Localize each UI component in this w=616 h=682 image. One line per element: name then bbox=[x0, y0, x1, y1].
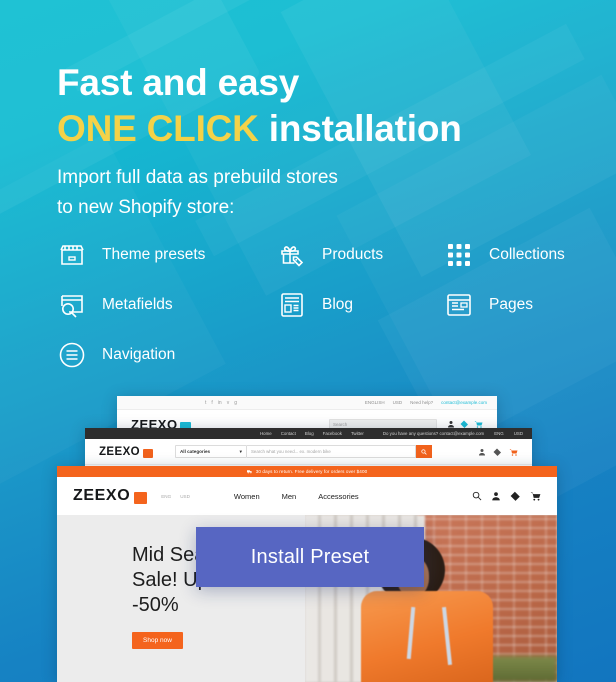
feature-theme-presets: Theme presets bbox=[56, 239, 276, 271]
page-title: Fast and easy ONE CLICK installation bbox=[57, 60, 577, 152]
install-preset-button[interactable]: Install Preset bbox=[196, 527, 424, 587]
search-input[interactable]: Search what you need... ex. modern bike bbox=[246, 445, 416, 458]
user-icon[interactable] bbox=[478, 448, 486, 456]
search-icon bbox=[421, 448, 427, 455]
subtitle-line-1: Import full data as prebuild stores bbox=[57, 167, 338, 188]
promo-bar: 30 days to return. Free delivery for ord… bbox=[57, 466, 557, 477]
feature-label: Collections bbox=[489, 246, 565, 263]
language-select[interactable]: ENG bbox=[494, 431, 504, 436]
feature-collections: Collections bbox=[443, 239, 565, 271]
menu-circle-icon bbox=[56, 339, 88, 371]
feature-label: Metafields bbox=[102, 296, 173, 313]
cart-icon[interactable] bbox=[474, 420, 483, 428]
nav-item-women[interactable]: Women bbox=[234, 492, 260, 501]
shopping-bag-icon bbox=[134, 492, 148, 504]
currency-select[interactable]: USD bbox=[393, 400, 403, 405]
hero-line-3: -50% bbox=[132, 594, 179, 616]
compare-icon[interactable] bbox=[460, 420, 469, 428]
feature-label: Theme presets bbox=[102, 246, 206, 263]
help-label: Need help? bbox=[410, 400, 434, 405]
truck-icon bbox=[246, 470, 252, 474]
user-icon[interactable] bbox=[491, 491, 501, 501]
feature-pages: Pages bbox=[443, 289, 533, 321]
mockup-front-header: ZEEXO ENG USD Women Men Accessories bbox=[57, 477, 557, 515]
headline-line-2-rest: installation bbox=[258, 108, 462, 149]
feature-label: Navigation bbox=[102, 346, 176, 363]
header-icons bbox=[447, 420, 483, 428]
feature-label: Pages bbox=[489, 296, 533, 313]
window-search-icon bbox=[56, 289, 88, 321]
feature-label: Blog bbox=[322, 296, 354, 313]
language-select[interactable]: ENGLISH bbox=[365, 400, 385, 405]
feature-row-1: Theme presets Products Collections bbox=[56, 236, 596, 274]
headline-accent: ONE CLICK bbox=[57, 108, 259, 149]
mockup-mid-header: ZEEXO All categories ▾ Search what you n… bbox=[85, 439, 532, 464]
feature-row-3: Navigation bbox=[56, 336, 596, 374]
header-icons bbox=[472, 491, 541, 501]
locale-selectors: ENG USD bbox=[161, 494, 190, 499]
user-icon[interactable] bbox=[447, 420, 455, 428]
headline-line-2: ONE CLICK installation bbox=[57, 106, 577, 152]
chevron-down-icon: ▾ bbox=[239, 448, 242, 454]
shopping-bag-icon bbox=[142, 449, 153, 458]
nav-item-accessories[interactable]: Accessories bbox=[318, 492, 358, 501]
promo-bar-text: 30 days to return. Free delivery for ord… bbox=[255, 469, 368, 474]
main-nav: Women Men Accessories bbox=[234, 492, 359, 501]
storefront-icon bbox=[56, 239, 88, 271]
shop-now-button[interactable]: Shop now bbox=[132, 632, 183, 649]
subtitle: Import full data as prebuild stores to n… bbox=[57, 163, 487, 223]
search-icon[interactable] bbox=[472, 491, 482, 501]
feature-blog: Blog bbox=[276, 289, 443, 321]
topnav-item[interactable]: Blog bbox=[305, 431, 314, 436]
logo[interactable]: ZEEXO bbox=[73, 487, 130, 505]
header-icons bbox=[478, 448, 518, 456]
article-icon bbox=[276, 289, 308, 321]
cart-icon[interactable] bbox=[509, 448, 518, 456]
mockup-mid-topnav: Home Contact Blog Facebook Twitter bbox=[260, 431, 364, 436]
wishlist-icon[interactable] bbox=[510, 491, 521, 501]
topnav-item[interactable]: Contact bbox=[281, 431, 296, 436]
feature-metafields: Metafields bbox=[56, 289, 276, 321]
mockup-back-topbar-right: ENGLISH USD Need help? contact@example.c… bbox=[365, 400, 487, 405]
topnav-item[interactable]: Twitter bbox=[351, 431, 364, 436]
currency-select[interactable]: USD bbox=[514, 431, 523, 436]
currency-select[interactable]: USD bbox=[180, 494, 190, 499]
install-preset-label: Install Preset bbox=[250, 545, 370, 568]
category-select[interactable]: All categories ▾ bbox=[174, 445, 247, 458]
gift-tag-icon bbox=[276, 239, 308, 271]
feature-row-2: Metafields Blog Pages bbox=[56, 286, 596, 324]
help-email[interactable]: contact@example.com bbox=[441, 400, 487, 405]
page-layout-icon bbox=[443, 289, 475, 321]
mockup-mid-topbar-right: Do you have any questions? contact@examp… bbox=[383, 431, 523, 436]
cart-icon[interactable] bbox=[530, 491, 541, 501]
headline-line-1: Fast and easy bbox=[57, 62, 300, 103]
social-icons: t f in v g bbox=[205, 399, 237, 406]
topnav-item[interactable]: Facebook bbox=[323, 431, 342, 436]
topnav-item[interactable]: Home bbox=[260, 431, 272, 436]
mockup-back-topbar: t f in v g ENGLISH USD Need help? contac… bbox=[117, 396, 497, 410]
wishlist-icon[interactable] bbox=[493, 448, 502, 456]
language-select[interactable]: ENG bbox=[161, 494, 171, 499]
feature-label: Products bbox=[322, 246, 384, 263]
subtitle-line-2: to new Shopify store: bbox=[57, 197, 235, 218]
nav-item-men[interactable]: Men bbox=[282, 492, 297, 501]
top-question: Do you have any questions? contact@examp… bbox=[382, 431, 485, 436]
feature-products: Products bbox=[276, 239, 443, 271]
logo[interactable]: ZEEXO bbox=[99, 446, 140, 458]
grid-dots-icon bbox=[443, 239, 475, 271]
mockup-mid-topbar: Home Contact Blog Facebook Twitter Do yo… bbox=[85, 428, 532, 439]
search-button[interactable] bbox=[415, 445, 432, 458]
feature-navigation: Navigation bbox=[56, 339, 276, 371]
promo-banner: Fast and easy ONE CLICK installation Imp… bbox=[0, 0, 616, 682]
feature-list: Theme presets Products Collections Metaf… bbox=[56, 236, 596, 386]
